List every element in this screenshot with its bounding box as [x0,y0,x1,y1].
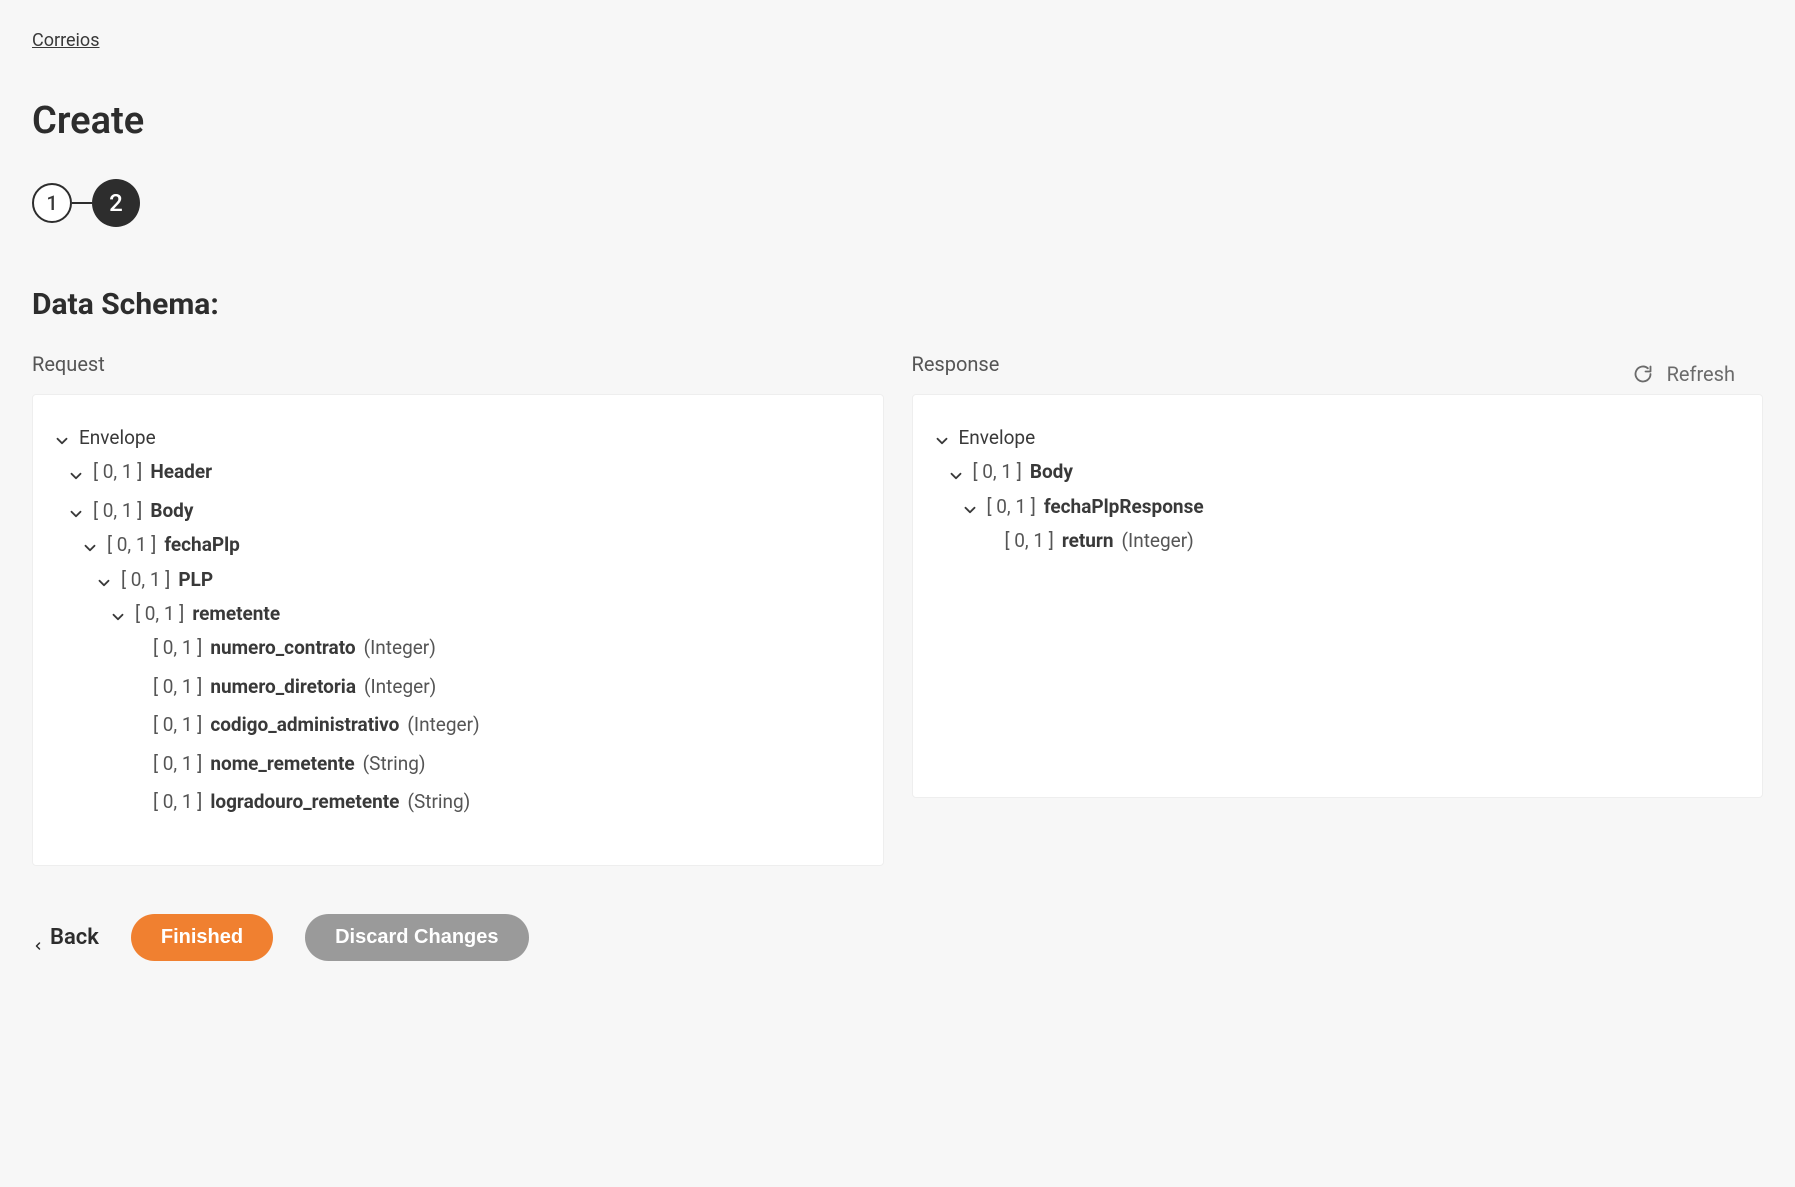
chevron-down-icon [947,464,965,482]
tree-leaf[interactable]: [ 0, 1 ] logradouro_remetente (String) [123,787,863,817]
tree-node-name: numero_contrato [210,633,355,663]
finished-button[interactable]: Finished [131,914,273,961]
tree-leaf[interactable]: [ 0, 1 ] codigo_administrativo (Integer) [123,710,863,740]
chevron-down-icon [95,571,113,589]
tree-leaf[interactable]: [ 0, 1 ] numero_diretoria (Integer) [123,672,863,702]
tree-node-type: (Integer) [407,710,479,740]
cardinality: [ 0, 1 ] [153,787,202,817]
tree-node-name: Body [1030,457,1073,487]
tree-node-label: Envelope [959,423,1036,453]
tree-node-name: Body [150,496,193,526]
tree-leaf-return[interactable]: [ 0, 1 ] return (Integer) [975,526,1743,556]
tree-node-name: numero_diretoria [210,672,356,702]
tree-node-name: nome_remetente [210,749,354,779]
tree-node-envelope[interactable]: Envelope [933,423,1743,453]
cardinality: [ 0, 1 ] [107,530,156,560]
breadcrumb-link[interactable]: Correios [32,30,100,51]
cardinality: [ 0, 1 ] [153,672,202,702]
tree-node-name: remetente [192,599,280,629]
tree-node-name: fechaPlp [164,530,240,560]
step-connector [72,202,92,204]
cardinality: [ 0, 1 ] [1005,526,1054,556]
cardinality: [ 0, 1 ] [973,457,1022,487]
response-panel: Envelope [ 0, 1 ] Body [912,394,1764,798]
tree-leaf[interactable]: [ 0, 1 ] nome_remetente (String) [123,749,863,779]
tree-node-type: (String) [363,749,426,779]
tree-node-type: (Integer) [364,633,436,663]
cardinality: [ 0, 1 ] [121,565,170,595]
cardinality: [ 0, 1 ] [135,599,184,629]
back-label: Back [50,925,99,950]
step-2[interactable]: 2 [92,179,140,227]
cardinality: [ 0, 1 ] [93,496,142,526]
back-button[interactable]: Back [32,925,99,950]
step-1[interactable]: 1 [32,183,72,223]
chevron-down-icon [933,429,951,447]
tree-node-label: Envelope [79,423,156,453]
tree-node-name: fechaPlpResponse [1044,492,1204,522]
tree-node-name: return [1062,526,1114,556]
tree-node-name: Header [150,457,212,487]
cardinality: [ 0, 1 ] [153,633,202,663]
chevron-down-icon [961,498,979,516]
discard-changes-button[interactable]: Discard Changes [305,914,528,961]
section-title: Data Schema: [32,287,1763,322]
tree-node-remetente[interactable]: [ 0, 1 ] remetente [109,599,863,629]
tree-node-fechaplpresponse[interactable]: [ 0, 1 ] fechaPlpResponse [961,492,1743,522]
chevron-left-icon [32,933,42,943]
tree-leaf[interactable]: [ 0, 1 ] numero_contrato (Integer) [123,633,863,663]
tree-node-fechaplp[interactable]: [ 0, 1 ] fechaPlp [81,530,863,560]
tree-node-body[interactable]: [ 0, 1 ] Body [67,496,863,526]
tree-node-plp[interactable]: [ 0, 1 ] PLP [95,565,863,595]
chevron-down-icon [67,502,85,520]
chevron-down-icon [53,429,71,447]
cardinality: [ 0, 1 ] [93,457,142,487]
stepper: 1 2 [32,179,1763,227]
tree-node-type: (Integer) [364,672,436,702]
tree-node-body[interactable]: [ 0, 1 ] Body [947,457,1743,487]
response-column-label: Response [912,352,1764,376]
tree-node-header[interactable]: [ 0, 1 ] Header [67,457,863,487]
chevron-down-icon [81,536,99,554]
tree-node-name: PLP [178,565,213,595]
page-title: Create [32,99,1763,143]
tree-node-envelope[interactable]: Envelope [53,423,863,453]
tree-node-name: codigo_administrativo [210,710,399,740]
tree-node-type: (String) [407,787,470,817]
request-column-label: Request [32,352,884,376]
tree-node-type: (Integer) [1122,526,1194,556]
tree-node-name: logradouro_remetente [210,787,399,817]
chevron-down-icon [67,464,85,482]
cardinality: [ 0, 1 ] [153,710,202,740]
cardinality: [ 0, 1 ] [987,492,1036,522]
request-panel: Envelope [ 0, 1 ] Header [32,394,884,866]
cardinality: [ 0, 1 ] [153,749,202,779]
chevron-down-icon [109,605,127,623]
